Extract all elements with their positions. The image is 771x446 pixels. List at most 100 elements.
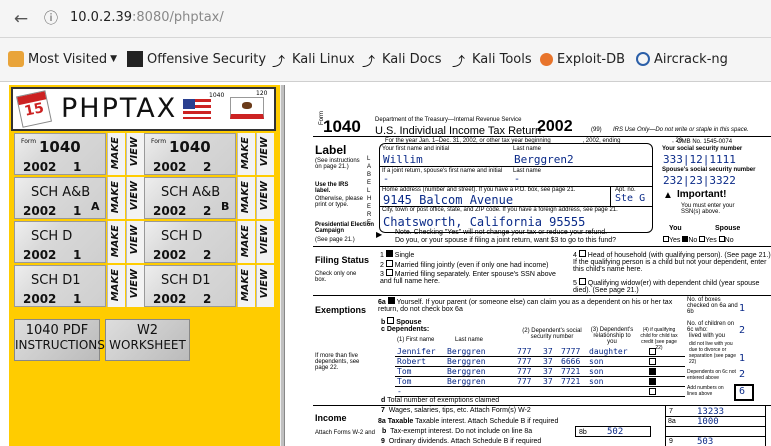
url-bar[interactable]: 10.0.2.39:8080/phptax/ [70,10,224,25]
view-button[interactable]: VIEW [126,265,144,307]
dep-last[interactable]: Berggren [447,367,486,376]
count-6ab-value[interactable]: 1 [739,303,745,314]
count-6ab-label: No. of boxes checked on 6a and 6b [687,297,738,315]
info-icon[interactable]: ⓘ [38,6,64,32]
view-button[interactable]: VIEW [256,133,274,175]
dep-first[interactable]: Robert [397,357,426,366]
dep-ssn2[interactable]: 37 [543,377,553,386]
dep-first[interactable]: Tom [397,377,411,386]
make-button[interactable]: MAKE [237,177,255,219]
separate-checkbox[interactable] [385,269,393,276]
dep-first[interactable]: Jennifer [397,347,436,356]
line-8b-value[interactable]: 502 [607,427,623,437]
form-tile: SCH D 2002 1 [14,221,106,263]
dep-last[interactable]: Berggren [447,347,486,356]
dep-credit-checkbox[interactable] [649,388,656,395]
spouse-first-field[interactable]: - [383,174,389,185]
ex-6b[interactable]: b Spouse [381,317,421,326]
pec-note: (See page 21.) [315,237,355,243]
dep-credit-checkbox[interactable] [649,368,656,375]
address-field[interactable]: 9145 Balcom Avenue [383,193,513,207]
bookmark-kali-linux[interactable]: ⤴ Kali Linux [272,49,355,71]
line-8a-value[interactable]: 1000 [697,417,719,427]
dep-relationship[interactable]: son [589,377,603,386]
dep-credit-checkbox[interactable] [649,348,656,355]
dep-first[interactable]: - [397,387,402,396]
w2-worksheet-button[interactable]: W2 WORKSHEET [105,319,190,361]
line-7-value[interactable]: 13233 [697,407,724,417]
view-button[interactable]: VIEW [256,221,274,263]
browser-toolbar: ← ⓘ 10.0.2.39:8080/phptax/ [0,0,771,38]
dep-ssn1[interactable]: 777 [517,377,531,386]
pdf-instructions-button[interactable]: 1040 PDF INSTRUCTIONS [14,319,105,361]
ex-6a[interactable]: 6a Yourself. If your parent (or someone … [378,297,678,313]
dep-ssn3[interactable]: 7721 [561,377,580,386]
warning-icon: ▲ [663,190,673,201]
make-button[interactable]: MAKE [107,221,125,263]
spouse-last-field[interactable]: - [514,174,520,185]
bookmark-kali-docs[interactable]: ⤴ Kali Docs [362,49,442,71]
spouse-ssn-field[interactable]: 232|23|3322 [663,174,736,187]
spouse-checkbox[interactable] [387,317,395,324]
apt-field[interactable]: Ste G [615,193,645,204]
filing-separate[interactable]: 3 Married filing separately. Enter spous… [380,269,568,285]
view-button[interactable]: VIEW [256,177,274,219]
make-button[interactable]: MAKE [107,133,125,175]
last-name-field[interactable]: Berggren2 [514,153,574,166]
view-button[interactable]: VIEW [126,221,144,263]
count-6c-didnot-value[interactable]: 1 [739,353,745,364]
dep-first[interactable]: Tom [397,367,411,376]
view-button[interactable]: VIEW [126,177,144,219]
bookmark-offensive-security[interactable]: Offensive Security [127,49,266,69]
pec-text1: Note. Checking "Yes" will not change you… [395,229,608,236]
dep-ssn2[interactable]: 37 [543,357,553,366]
tile-title: SCH D1 [31,273,81,288]
dep-last[interactable]: Berggren [447,377,486,386]
view-button[interactable]: VIEW [256,265,274,307]
hoh-checkbox[interactable] [578,250,586,257]
filing-widow[interactable]: 5 Qualifying widow(er) with dependent ch… [573,278,771,294]
dep-ssn1[interactable]: 777 [517,357,531,366]
make-button[interactable]: MAKE [237,265,255,307]
bookmark-label: Kali Docs [382,51,442,67]
filing-single[interactable]: 1 Single [380,250,414,259]
dep-ssn3[interactable]: 6666 [561,357,580,366]
label-otherwise: Otherwise, please print or type. [315,196,364,208]
dep-relationship[interactable]: son [589,367,603,376]
make-button[interactable]: MAKE [237,133,255,175]
dep-relationship[interactable]: daughter [589,347,628,356]
count-depnot-value[interactable]: 2 [739,369,745,380]
back-arrow-icon[interactable]: ← [8,6,34,32]
line-9-value[interactable]: 503 [697,437,713,446]
bookmark-kali-tools[interactable]: ⤴ Kali Tools [452,49,532,71]
yourself-checkbox[interactable] [387,297,395,304]
single-checkbox[interactable] [385,250,393,257]
filing-joint[interactable]: 2 Married filing jointly (even if only o… [380,260,548,269]
make-button[interactable]: MAKE [237,221,255,263]
dep-last[interactable]: Berggren [447,357,486,366]
filing-hoh[interactable]: 4 Head of household (with qualifying per… [573,250,771,273]
dep-ssn3[interactable]: 7721 [561,367,580,376]
joint-checkbox[interactable] [385,260,393,267]
make-button[interactable]: MAKE [107,265,125,307]
dep-ssn1[interactable]: 777 [517,367,531,376]
dep-relationship[interactable]: son [589,357,603,366]
bookmark-exploit-db[interactable]: Exploit-DB [540,49,625,69]
widow-checkbox[interactable] [578,278,586,285]
bookmark-aircrack-ng[interactable]: Aircrack-ng [636,49,728,69]
make-button[interactable]: MAKE [107,177,125,219]
dep-col1b: Last name [455,337,484,343]
dep-ssn1[interactable]: 777 [517,347,531,356]
dep-credit-checkbox[interactable] [649,358,656,365]
dep-credit-checkbox[interactable] [649,378,656,385]
dep-ssn2[interactable]: 37 [543,347,553,356]
first-name-field[interactable]: Willim [383,153,423,166]
count-add-value[interactable]: 6 [739,386,745,397]
ssn-field[interactable]: 333|12|1111 [663,153,736,166]
count-6c-lived-value[interactable]: 2 [739,325,745,336]
bookmark-most-visited[interactable]: Most Visited ▼ [8,49,117,69]
view-button[interactable]: VIEW [126,133,144,175]
dep-ssn3[interactable]: 7777 [561,347,580,356]
city-field[interactable]: Chatsworth, California 95555 [383,215,585,229]
dep-ssn2[interactable]: 37 [543,367,553,376]
